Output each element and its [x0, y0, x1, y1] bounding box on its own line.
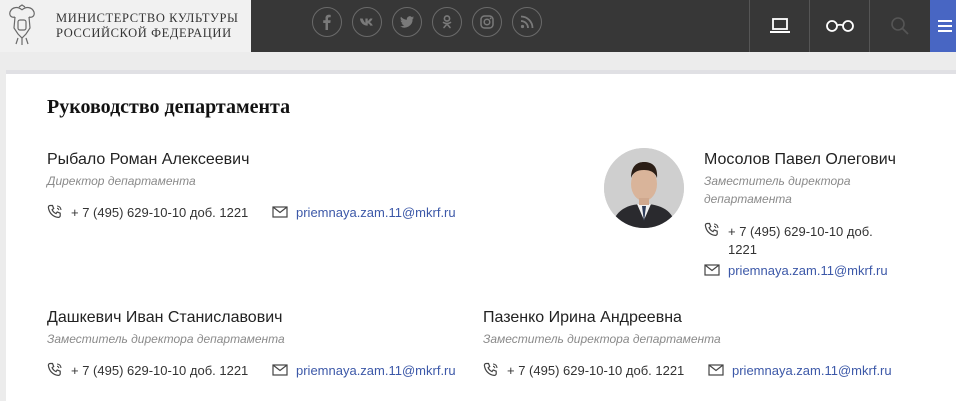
ministry-name: Министерство культуры Российской Федерац… — [56, 11, 239, 40]
section-title: Руководство департамента — [47, 96, 291, 118]
person-name: Дашкевич Иван Станиславович — [47, 309, 283, 326]
phone-icon — [47, 362, 62, 377]
email-link[interactable]: priemnaya.zam.11@mkrf.ru — [732, 362, 892, 380]
mail-icon — [272, 206, 288, 218]
person-name: Рыбало Роман Алексеевич — [47, 151, 250, 168]
phone-contact: + 7 (495) 629-10-10 доб. 1221 — [47, 204, 248, 222]
coat-of-arms-icon — [9, 4, 35, 45]
rss-icon[interactable] — [512, 7, 542, 37]
email-contact: priemnaya.zam.11@mkrf.ru — [704, 262, 888, 280]
twitter-icon[interactable] — [392, 7, 422, 37]
person-name: Пазенко Ирина Андреевна — [483, 309, 682, 326]
menu-icon[interactable] — [930, 0, 956, 52]
social-links — [312, 7, 542, 37]
laptop-icon[interactable] — [749, 0, 809, 52]
person-name: Мосолов Павел Олегович — [704, 151, 897, 168]
logo-link[interactable]: Министерство культуры Российской Федерац… — [0, 0, 251, 52]
mail-icon — [708, 364, 724, 376]
person-role: Заместитель директора департамента — [483, 332, 721, 346]
facebook-icon[interactable] — [312, 7, 342, 37]
phone-number: + 7 (495) 629-10-10 доб. 1221 — [71, 205, 249, 220]
mail-icon — [272, 364, 288, 376]
phone-number: + 7 (495) 629-10-10 доб. 1221 — [71, 363, 249, 378]
mail-icon — [704, 264, 720, 276]
person-role: Заместитель директора департамента — [47, 332, 285, 346]
person-role: Директор департамента — [47, 174, 196, 188]
vk-icon[interactable] — [352, 7, 382, 37]
email-contact: priemnaya.zam.11@mkrf.ru — [272, 204, 456, 222]
phone-icon — [483, 362, 498, 377]
instagram-icon[interactable] — [472, 7, 502, 37]
phone-icon — [704, 222, 719, 237]
email-link[interactable]: priemnaya.zam.11@mkrf.ru — [296, 362, 456, 380]
glasses-icon[interactable] — [809, 0, 869, 52]
phone-number: + 7 (495) 629-10-10 доб. 1221 — [728, 224, 873, 257]
search-icon[interactable] — [869, 0, 929, 52]
email-contact: priemnaya.zam.11@mkrf.ru — [708, 362, 892, 380]
phone-number: + 7 (495) 629-10-10 доб. 1221 — [507, 363, 685, 378]
phone-contact: + 7 (495) 629-10-10 доб. 1221 — [483, 362, 684, 380]
site-header: Министерство культуры Российской Федерац… — [0, 0, 956, 52]
person-photo — [604, 148, 684, 228]
odnoklassniki-icon[interactable] — [432, 7, 462, 37]
person-role: Заместитель директора департамента — [704, 174, 851, 206]
email-link[interactable]: priemnaya.zam.11@mkrf.ru — [728, 262, 888, 280]
phone-contact: + 7 (495) 629-10-10 доб. 1221 — [47, 362, 248, 380]
phone-contact: + 7 (495) 629-10-10 доб. 1221 — [704, 222, 873, 259]
phone-icon — [47, 204, 62, 219]
email-contact: priemnaya.zam.11@mkrf.ru — [272, 362, 456, 380]
email-link[interactable]: priemnaya.zam.11@mkrf.ru — [296, 204, 456, 222]
